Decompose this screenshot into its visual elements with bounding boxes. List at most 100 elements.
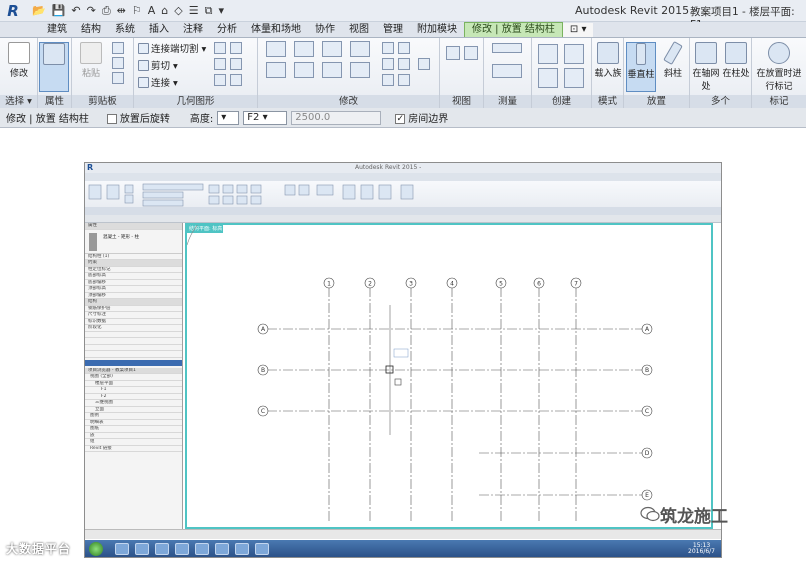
at-columns-button[interactable]: 在柱处 [721, 42, 751, 92]
group-properties: 属性 [38, 38, 72, 108]
qat-dropdown-icon[interactable]: ▾ [218, 4, 224, 17]
unpin-icon[interactable] [398, 74, 410, 86]
section-icon[interactable]: ◇ [174, 4, 182, 17]
wall-join-icon[interactable] [214, 42, 226, 54]
measure-icon[interactable]: ⇹ [117, 4, 126, 17]
text-icon[interactable]: A [148, 4, 156, 17]
split-element-icon[interactable] [382, 42, 394, 54]
demolish-icon[interactable] [214, 74, 226, 86]
tab-view[interactable]: 视图 [342, 23, 376, 37]
height-offset-input[interactable]: 2500.0 [291, 110, 382, 125]
taskbar-ie-icon [115, 543, 129, 555]
quick-access-toolbar: 📂 💾 ↶ ↷ ⎙ ⇹ ⚐ A ⌂ ◇ ☰ ⧉ ▾ [26, 4, 224, 18]
split-face-icon[interactable] [230, 42, 242, 54]
rotate-icon[interactable] [322, 62, 342, 78]
wechat-icon [640, 506, 660, 522]
array-icon[interactable] [382, 58, 394, 70]
redo-icon[interactable]: ↷ [87, 4, 96, 17]
pin-icon[interactable] [382, 74, 394, 86]
scale-icon[interactable] [398, 58, 410, 70]
inner-title-bar: R Autodesk Revit 2015 - [85, 163, 721, 173]
tab-manage[interactable]: 管理 [376, 23, 410, 37]
remove-paint-icon[interactable] [230, 58, 242, 70]
create-group-icon[interactable] [538, 68, 558, 88]
align-icon[interactable] [266, 41, 286, 57]
join-cut-button[interactable]: 连接端切割 ▾ [138, 41, 206, 55]
cut-icon[interactable] [112, 42, 124, 54]
vertical-column-icon [636, 43, 646, 65]
rotate-after-placement-option[interactable]: 放置后旋转 [106, 110, 170, 125]
properties-button[interactable] [39, 42, 69, 92]
wall-opening-icon[interactable] [230, 74, 242, 86]
thin-lines-icon[interactable]: ☰ [189, 4, 199, 17]
height-mode-select[interactable]: ▾ [217, 110, 240, 125]
hide-in-view-icon[interactable] [446, 46, 460, 60]
tab-analyze[interactable]: 分析 [210, 23, 244, 37]
mirror-draw-icon[interactable] [294, 62, 314, 78]
windows-taskbar: 15:13 2016/6/7 [85, 540, 721, 557]
3d-view-icon[interactable]: ⌂ [161, 4, 168, 17]
switch-windows-icon[interactable]: ⧉ [205, 4, 213, 18]
tab-massing-site[interactable]: 体量和场地 [244, 23, 308, 37]
tag-group-label: 标记 [752, 95, 806, 108]
create-parts-icon[interactable] [564, 44, 584, 64]
delete-icon[interactable] [418, 58, 430, 70]
tab-structure[interactable]: 结构 [74, 23, 108, 37]
match-properties-icon[interactable] [112, 72, 124, 84]
taskbar-folder-icon [195, 543, 209, 555]
tag-icon[interactable]: ⚐ [132, 4, 142, 17]
tab-systems[interactable]: 系统 [108, 23, 142, 37]
paint-icon[interactable] [214, 58, 226, 70]
taskbar-clock: 15:13 2016/6/7 [688, 543, 715, 555]
tab-architecture[interactable]: 建筑 [40, 23, 74, 37]
height-level-select[interactable]: F2 ▾ [243, 110, 288, 125]
print-icon[interactable]: ⎙ [102, 4, 111, 18]
offset-icon[interactable] [266, 62, 286, 78]
group-placement: 垂直柱 斜柱 放置 [624, 38, 690, 108]
dimension-icon[interactable] [492, 64, 522, 78]
slanted-column-button[interactable]: 斜柱 [658, 40, 688, 92]
taskbar-media-icon [135, 543, 149, 555]
column-preview-tag [394, 378, 402, 386]
copy-icon[interactable] [112, 57, 124, 69]
tab-modify-place-column[interactable]: 修改 | 放置 结构柱 [464, 22, 563, 37]
move-icon[interactable] [322, 41, 342, 57]
inner-ribbon [85, 181, 721, 215]
trim-extend-icon[interactable] [350, 62, 370, 78]
join-geometry-button[interactable]: 连接 ▾ [138, 75, 178, 89]
rotate-after-placement-checkbox[interactable] [106, 114, 117, 124]
embedded-screenshot: R Autodesk Revit 2015 - 属性 混凝土 - 矩形 - 柱 … [84, 162, 722, 558]
tab-extra-dropdown[interactable]: ⊡ ▾ [562, 23, 594, 37]
save-icon[interactable]: 💾 [52, 4, 66, 17]
split-gap-icon[interactable] [398, 42, 410, 54]
room-bounding-checkbox[interactable] [395, 114, 406, 124]
start-button-icon [89, 542, 103, 556]
tab-annotate[interactable]: 注释 [176, 23, 210, 37]
at-grids-button[interactable]: 在轴网处 [691, 42, 721, 92]
revit-logo-icon[interactable]: R [0, 0, 26, 22]
tab-collaborate[interactable]: 协作 [308, 23, 342, 37]
at-columns-icon [725, 42, 747, 64]
copy-element-icon[interactable] [350, 41, 370, 57]
tab-insert[interactable]: 插入 [142, 23, 176, 37]
measure-distance-icon[interactable] [492, 43, 522, 53]
cut-geometry-button[interactable]: 剪切 ▾ [138, 58, 178, 72]
select-group-label[interactable]: 选择 ▾ [0, 95, 37, 108]
create-similar-icon[interactable] [564, 68, 584, 88]
open-icon[interactable]: 📂 [32, 4, 46, 17]
paste-button[interactable]: 粘贴 [75, 42, 107, 92]
modify-button[interactable]: 修改 [3, 42, 35, 92]
mirror-axis-icon[interactable] [294, 41, 314, 57]
grid-bubble-label: D [645, 450, 650, 457]
create-assembly-icon[interactable] [538, 44, 558, 64]
tag-on-placement-button[interactable]: 在放置时进行标记 [754, 42, 804, 92]
room-bounding-option[interactable]: 房间边界 [395, 110, 448, 125]
load-family-button[interactable]: 载入族 [592, 42, 624, 92]
override-graphics-icon[interactable] [464, 46, 478, 60]
vertical-column-button[interactable]: 垂直柱 [626, 42, 656, 92]
join-cut-icon [138, 42, 149, 54]
grid-bubble-label: 2 [368, 281, 372, 288]
undo-icon[interactable]: ↶ [71, 4, 80, 17]
group-select: 修改 选择 ▾ [0, 38, 38, 108]
tab-addins[interactable]: 附加模块 [410, 23, 464, 37]
